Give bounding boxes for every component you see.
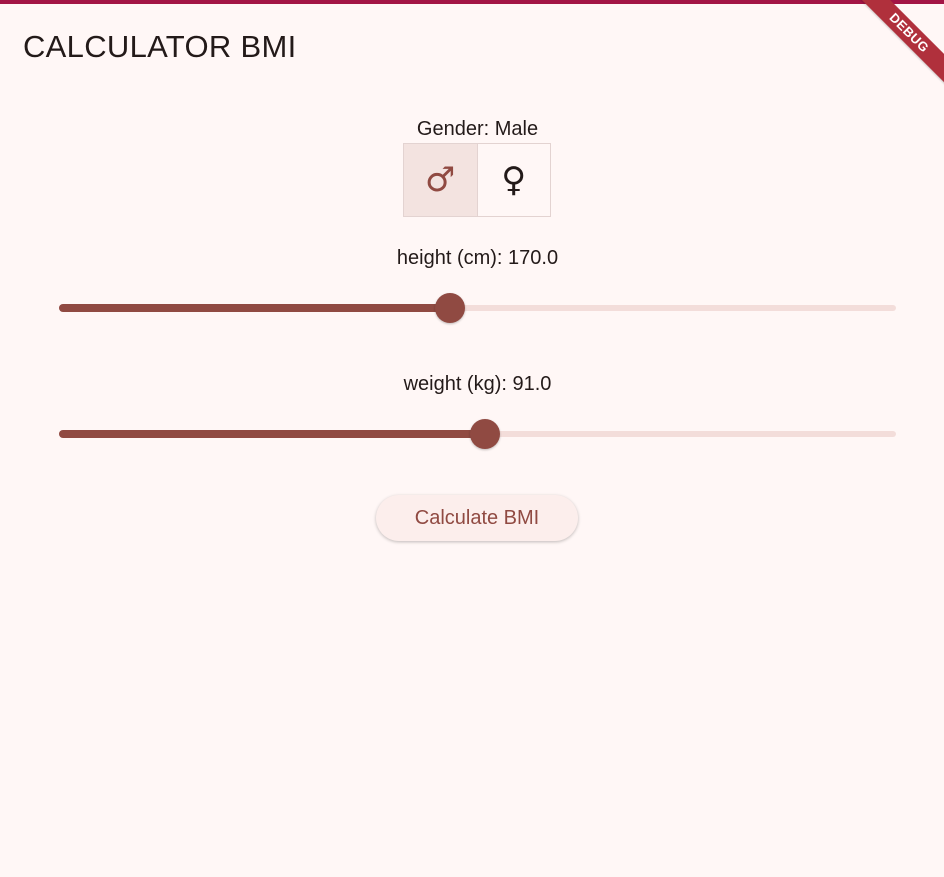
weight-slider-thumb[interactable] [470,419,500,449]
height-slider[interactable] [59,292,896,324]
weight-slider[interactable] [59,418,896,450]
male-button[interactable]: ♂ [404,144,477,216]
gender-label: Gender: Male [416,118,539,140]
weight-label: weight (kg): 91.0 [403,373,552,395]
height-label: height (cm): 170.0 [396,247,559,269]
female-icon: ♀ [501,160,527,200]
height-slider-fill [59,304,450,312]
debug-banner: DEBUG [844,0,944,100]
top-status-strip [0,0,944,4]
height-slider-thumb[interactable] [435,293,465,323]
gender-toggle: ♂ ♀ [403,143,551,217]
male-icon: ♂ [425,160,456,200]
debug-banner-label: DEBUG [852,0,944,90]
calculate-bmi-button[interactable]: Calculate BMI [376,495,578,541]
weight-slider-fill [59,430,485,438]
app-title: CALCULATOR BMI [23,29,297,64]
female-button[interactable]: ♀ [476,144,551,216]
